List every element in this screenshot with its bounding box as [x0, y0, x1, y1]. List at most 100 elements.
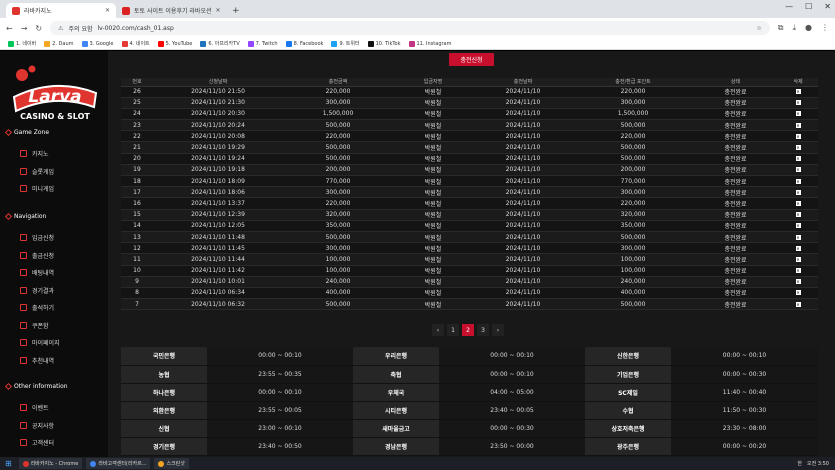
- back-icon[interactable]: ←: [6, 24, 13, 33]
- close-icon[interactable]: ✕: [824, 2, 831, 11]
- sidebar-menu-item[interactable]: 카지노: [20, 149, 49, 158]
- delete-icon[interactable]: ✕: [795, 200, 801, 206]
- menu-item-label: 입금신청: [32, 235, 55, 242]
- bank-hours: 04:00 ~ 05:00: [439, 383, 585, 402]
- bookmark-item[interactable]: 5. YouTube: [157, 40, 192, 47]
- delete-icon[interactable]: ✕: [795, 234, 801, 240]
- charge-request-button[interactable]: 충전신청: [449, 53, 494, 66]
- menu-icon[interactable]: ⋮: [821, 23, 829, 33]
- sidebar-menu-item[interactable]: 슬롯게임: [20, 167, 54, 176]
- menu-item-icon: [20, 150, 27, 157]
- sidebar-menu-item[interactable]: 공지사항: [20, 421, 54, 430]
- bank-name: 우체국: [353, 383, 439, 402]
- bookmark-item[interactable]: 9. 트위터: [331, 40, 360, 47]
- reload-icon[interactable]: ↻: [35, 24, 42, 33]
- table-cell: 14: [121, 220, 153, 232]
- address-bar[interactable]: ⚠ 주의 요함 lv-0020.com/cash_01.asp ☆: [50, 21, 770, 35]
- sidebar-menu-item[interactable]: 추천내역: [20, 356, 54, 365]
- delete-icon[interactable]: ✕: [795, 100, 801, 106]
- table-row: 7 2024/11/10 06:32 500,000 박원철 2024/11/10 500…: [121, 298, 818, 311]
- delete-icon[interactable]: ✕: [795, 223, 801, 229]
- bookmark-item[interactable]: 7. Twitch: [247, 40, 278, 47]
- browser-tab[interactable]: 라바카지노 ✕: [6, 3, 116, 18]
- bank-name: 상호저축은행: [585, 419, 671, 438]
- download-icon[interactable]: ⤓: [792, 23, 796, 33]
- star-icon[interactable]: ☆: [756, 25, 761, 32]
- sidebar-menu-item[interactable]: 배팅내역: [20, 268, 54, 277]
- minimize-icon[interactable]: —: [785, 2, 793, 11]
- table-cell: 2024/11/10 20:08: [153, 130, 283, 143]
- taskbar-item[interactable]: 스크린샷: [154, 458, 189, 469]
- delete-icon[interactable]: ✕: [795, 268, 801, 274]
- bookmark-item[interactable]: 3. Google: [81, 40, 114, 47]
- next-page-button[interactable]: ›: [492, 324, 504, 336]
- forward-icon[interactable]: →: [21, 24, 28, 33]
- profile-icon[interactable]: ●: [805, 23, 812, 33]
- page-button[interactable]: 1: [447, 324, 459, 336]
- delete-icon[interactable]: ✕: [795, 256, 801, 262]
- delete-icon[interactable]: ✕: [795, 189, 801, 195]
- taskbar-item[interactable]: 라바카지노 - Chrome: [18, 458, 83, 469]
- delete-icon[interactable]: ✕: [795, 245, 801, 251]
- delete-icon[interactable]: ✕: [795, 111, 801, 117]
- new-tab-button[interactable]: +: [226, 3, 246, 18]
- warning-icon[interactable]: ⚠: [58, 25, 63, 32]
- start-icon[interactable]: ⊞: [2, 459, 15, 468]
- bookmark-item[interactable]: 4. 네이트: [121, 40, 150, 47]
- delete-icon[interactable]: ✕: [795, 279, 801, 285]
- taskbar-item[interactable]: 라바고객센터(라카르...: [86, 458, 151, 469]
- sidebar-menu-item[interactable]: 입금신청: [20, 233, 54, 242]
- windows-taskbar: ⊞ 라바카지노 - Chrome 라바고객센터(라카르... 스크린샷 한 오전 3:5…: [0, 457, 835, 470]
- sidebar-menu-item[interactable]: 출석하기: [20, 303, 54, 312]
- table-cell: 770,000: [573, 175, 693, 188]
- section-title-text: Navigation: [14, 213, 47, 220]
- delete-icon[interactable]: ✕: [795, 167, 801, 173]
- sidebar-menu-item[interactable]: 마이페이지: [20, 338, 60, 347]
- sidebar-menu-item[interactable]: 이벤트: [20, 403, 49, 412]
- delete-icon[interactable]: ✕: [795, 290, 801, 296]
- bookmark-item[interactable]: 1. 네이버: [8, 40, 36, 47]
- delete-icon[interactable]: ✕: [795, 122, 801, 128]
- bookmark-item[interactable]: 2. Daum: [44, 40, 74, 47]
- sidebar-menu-item[interactable]: 경기결과: [20, 286, 54, 295]
- tray-lang[interactable]: 한: [797, 460, 802, 467]
- bank-hours: 23:55 ~ 00:35: [207, 365, 353, 384]
- prev-page-button[interactable]: ‹: [432, 324, 444, 336]
- extensions-icon[interactable]: ⧉: [778, 23, 784, 33]
- browser-tab[interactable]: 토토 사이트 이용후기 라바오션 ✕: [116, 3, 226, 18]
- delete-icon[interactable]: ✕: [795, 301, 801, 307]
- tab-close-icon[interactable]: ✕: [215, 7, 220, 14]
- menu-item-label: 미니게임: [32, 186, 55, 193]
- delete-cell: ✕: [778, 130, 818, 143]
- delete-icon[interactable]: ✕: [795, 133, 801, 139]
- bookmark-label: 1. 네이버: [16, 41, 37, 47]
- table-cell: 2024/11/10 20:30: [153, 108, 283, 121]
- delete-icon[interactable]: ✕: [795, 178, 801, 184]
- table-cell: 2024/11/10: [473, 265, 573, 277]
- delete-cell: ✕: [778, 287, 818, 300]
- bookmark-item[interactable]: 8. Facebook: [285, 40, 323, 47]
- pagination: ‹ 1 2 3 ›: [432, 324, 504, 336]
- page-button[interactable]: 2: [462, 324, 474, 336]
- bank-maintenance-table: 국민은행 00:00 ~ 00:10 우리은행 00:00 ~ 00:10 신한은행 00…: [121, 347, 818, 456]
- delete-icon[interactable]: ✕: [795, 145, 801, 151]
- tab-close-icon[interactable]: ✕: [105, 7, 110, 14]
- bookmark-favicon-icon: [44, 40, 51, 47]
- table-cell: 2024/11/10: [473, 130, 573, 143]
- url-text[interactable]: lv-0020.com/cash_01.asp: [98, 25, 174, 32]
- delete-icon[interactable]: ✕: [795, 156, 801, 162]
- sidebar-menu-item[interactable]: 출금신청: [20, 251, 54, 260]
- delete-icon[interactable]: ✕: [795, 89, 801, 95]
- sidebar-menu-item[interactable]: 고객센터: [20, 438, 54, 447]
- sidebar-menu-item[interactable]: 쿠폰함: [20, 321, 49, 330]
- larva-logo[interactable]: Larva CASINO & SLOT: [10, 63, 100, 121]
- tray-clock[interactable]: 오전 3:50: [807, 460, 829, 467]
- page-button[interactable]: 3: [477, 324, 489, 336]
- table-cell: 박원철: [393, 242, 473, 255]
- sidebar-menu-item[interactable]: 미니게임: [20, 184, 54, 193]
- maximize-icon[interactable]: ☐: [805, 2, 812, 11]
- bookmark-item[interactable]: 6. 아프리카TV: [200, 40, 240, 47]
- bookmark-item[interactable]: 10. TikTok: [367, 40, 401, 47]
- delete-icon[interactable]: ✕: [795, 212, 801, 218]
- bookmark-item[interactable]: 11. Instagram: [408, 40, 451, 47]
